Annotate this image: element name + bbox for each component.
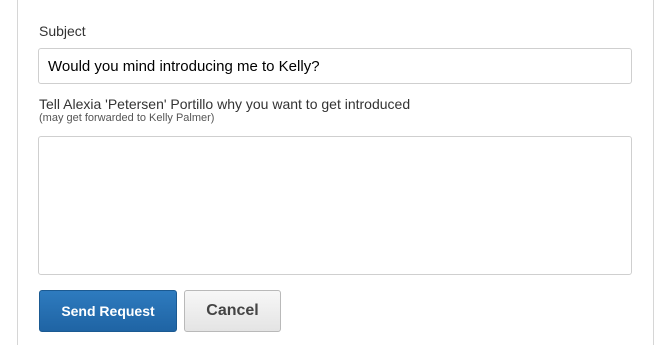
intro-request-form: Subject Tell Alexia 'Petersen' Portillo … bbox=[17, 0, 654, 345]
cancel-button[interactable]: Cancel bbox=[184, 290, 281, 332]
subject-label: Subject bbox=[39, 23, 86, 39]
reason-label: Tell Alexia 'Petersen' Portillo why you … bbox=[39, 96, 411, 112]
send-request-button[interactable]: Send Request bbox=[39, 290, 177, 332]
reason-textarea[interactable] bbox=[38, 136, 632, 275]
subject-input[interactable] bbox=[38, 48, 632, 84]
reason-sublabel: (may get forwarded to Kelly Palmer) bbox=[39, 112, 215, 124]
